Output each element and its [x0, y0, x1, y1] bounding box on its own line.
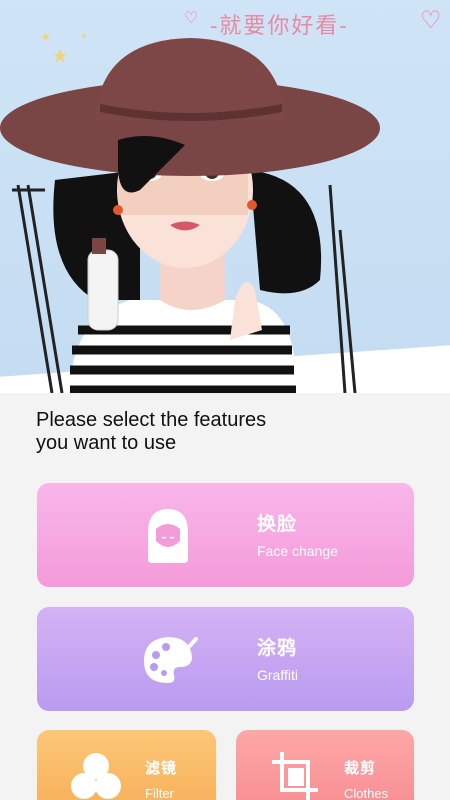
heart-icon: ♡ — [184, 8, 199, 27]
feature-title: 涂鸦 — [257, 637, 298, 659]
feature-prompt: Please select the features you want to u… — [36, 409, 336, 455]
feature-panel: Please select the features you want to u… — [0, 393, 450, 800]
prompt-line-2: you want to use — [36, 432, 177, 454]
face-change-button[interactable]: 换脸 Face change — [37, 483, 414, 587]
face-icon — [148, 509, 188, 563]
feature-subtitle: Graffiti — [257, 667, 298, 683]
palette-icon — [144, 637, 198, 683]
graffiti-button[interactable]: 涂鸦 Graffiti — [37, 607, 414, 711]
feature-subtitle: Clothes — [344, 786, 389, 800]
feature-subtitle: Filter — [145, 786, 174, 800]
feature-title: 滤镜 — [145, 759, 178, 777]
feature-subtitle: Face change — [257, 543, 338, 559]
slogan-text: -就要你好看- — [210, 14, 349, 39]
star-icon: ✦ — [80, 32, 88, 42]
prompt-line-1: Please select the features — [36, 409, 267, 431]
filter-icon — [71, 753, 121, 799]
crop-button[interactable]: 裁剪 Clothes — [236, 730, 414, 800]
star-icon: ★ — [52, 46, 69, 67]
hero-illustration: ♡ -就要你好看- ♡ ✦ ★ ✦ — [0, 0, 450, 393]
filter-button[interactable]: 滤镜 Filter — [37, 730, 216, 800]
feature-title: 裁剪 — [344, 759, 377, 777]
crop-icon — [272, 752, 318, 800]
heart-icon: ♡ — [420, 6, 442, 34]
feature-title: 换脸 — [257, 513, 298, 535]
star-icon: ✦ — [40, 30, 52, 46]
